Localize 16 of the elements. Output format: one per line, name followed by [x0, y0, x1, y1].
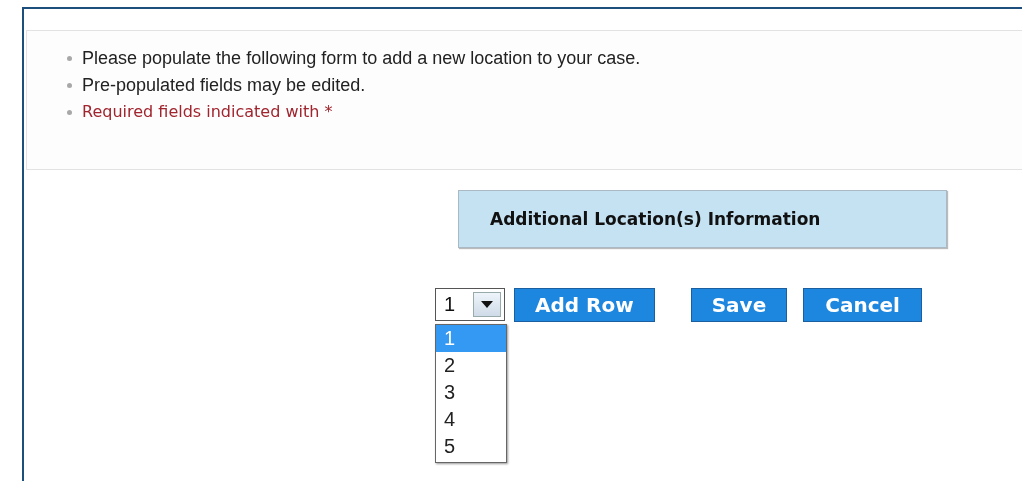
row-count-select[interactable]: 1: [435, 288, 505, 321]
required-note: Required fields indicated with *: [82, 101, 333, 123]
section-header: Additional Location(s) Information: [458, 190, 947, 248]
dropdown-option[interactable]: 5: [436, 433, 506, 460]
dropdown-option[interactable]: 4: [436, 406, 506, 433]
bullet-icon: [67, 82, 72, 88]
instruction-text: Please populate the following form to add a new location to your case.: [82, 47, 641, 70]
instruction-text: Pre-populated fields may be edited.: [82, 74, 366, 97]
dropdown-option[interactable]: 2: [436, 352, 506, 379]
bullet-icon: [67, 55, 72, 61]
action-button[interactable]: Save: [690, 288, 788, 322]
action-button[interactable]: Add Row: [514, 288, 655, 322]
dropdown-arrow-icon: [481, 301, 493, 308]
dropdown-option[interactable]: 3: [436, 379, 506, 406]
action-button[interactable]: Cancel: [803, 288, 922, 322]
bullet-icon: [67, 109, 72, 115]
